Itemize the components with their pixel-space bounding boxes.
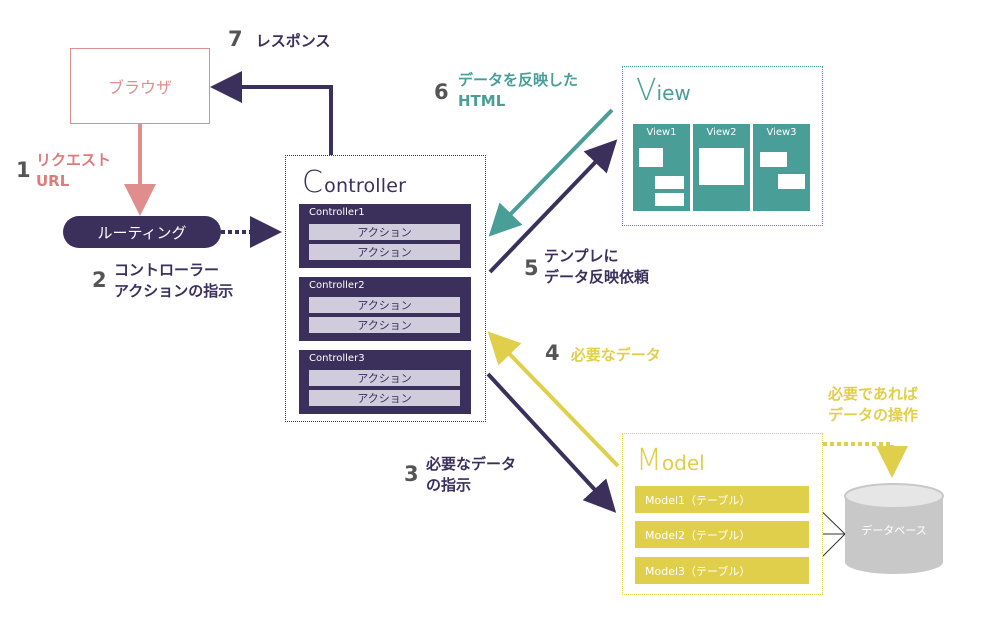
view-element	[699, 148, 744, 185]
view-panel-name: View3	[766, 127, 797, 138]
view-panel-name: View2	[706, 127, 737, 138]
controller-block-name: Controller2	[309, 280, 365, 291]
routing-label: ルーティング	[97, 223, 187, 242]
view-panel-1: View1	[633, 124, 690, 211]
arrow-db-operation	[823, 442, 908, 478]
action-item: アクション	[309, 224, 460, 240]
view-element	[760, 152, 787, 167]
action-item: アクション	[309, 390, 460, 406]
database-label: データベース	[861, 524, 927, 537]
mvc-diagram: ブラウザ ルーティング Controller Controller1 アクション…	[0, 0, 1000, 619]
view-title: View	[636, 73, 691, 108]
view-element	[778, 174, 805, 189]
action-item: アクション	[309, 317, 460, 333]
view-panel-name: View1	[646, 127, 677, 138]
arrow-response	[210, 71, 333, 155]
action-item: アクション	[309, 370, 460, 386]
controller-block-2: Controller2 アクション アクション	[299, 277, 471, 341]
controller-block-1: Controller1 アクション アクション	[299, 204, 471, 268]
arrow-rendered-html	[488, 108, 614, 237]
controller-block-name: Controller1	[309, 207, 365, 218]
controller-title: Controller	[302, 165, 407, 200]
model-item-2: Model2（テーブル）	[635, 521, 809, 548]
model-item-1: Model1（テーブル）	[635, 486, 809, 513]
view-element	[655, 193, 684, 206]
model-title: Model	[636, 443, 705, 478]
browser-box: ブラウザ	[70, 48, 210, 124]
view-element	[655, 176, 684, 189]
step-7-label: 7 レスポンス	[228, 27, 331, 51]
db-operation-note: 必要であれば データの操作	[828, 385, 919, 424]
action-item: アクション	[309, 297, 460, 313]
browser-label: ブラウザ	[107, 78, 172, 97]
view-panel-2: View2	[693, 124, 750, 211]
view-element	[639, 148, 663, 167]
controller-block-3: Controller3 アクション アクション	[299, 350, 471, 414]
step-4-label: 4 必要なデータ	[545, 341, 661, 365]
view-panel-3: View3	[753, 124, 810, 211]
action-item: アクション	[309, 244, 460, 260]
controller-block-name: Controller3	[309, 353, 365, 364]
routing-pill: ルーティング	[63, 216, 221, 248]
model-item-3: Model3（テーブル）	[635, 557, 809, 584]
